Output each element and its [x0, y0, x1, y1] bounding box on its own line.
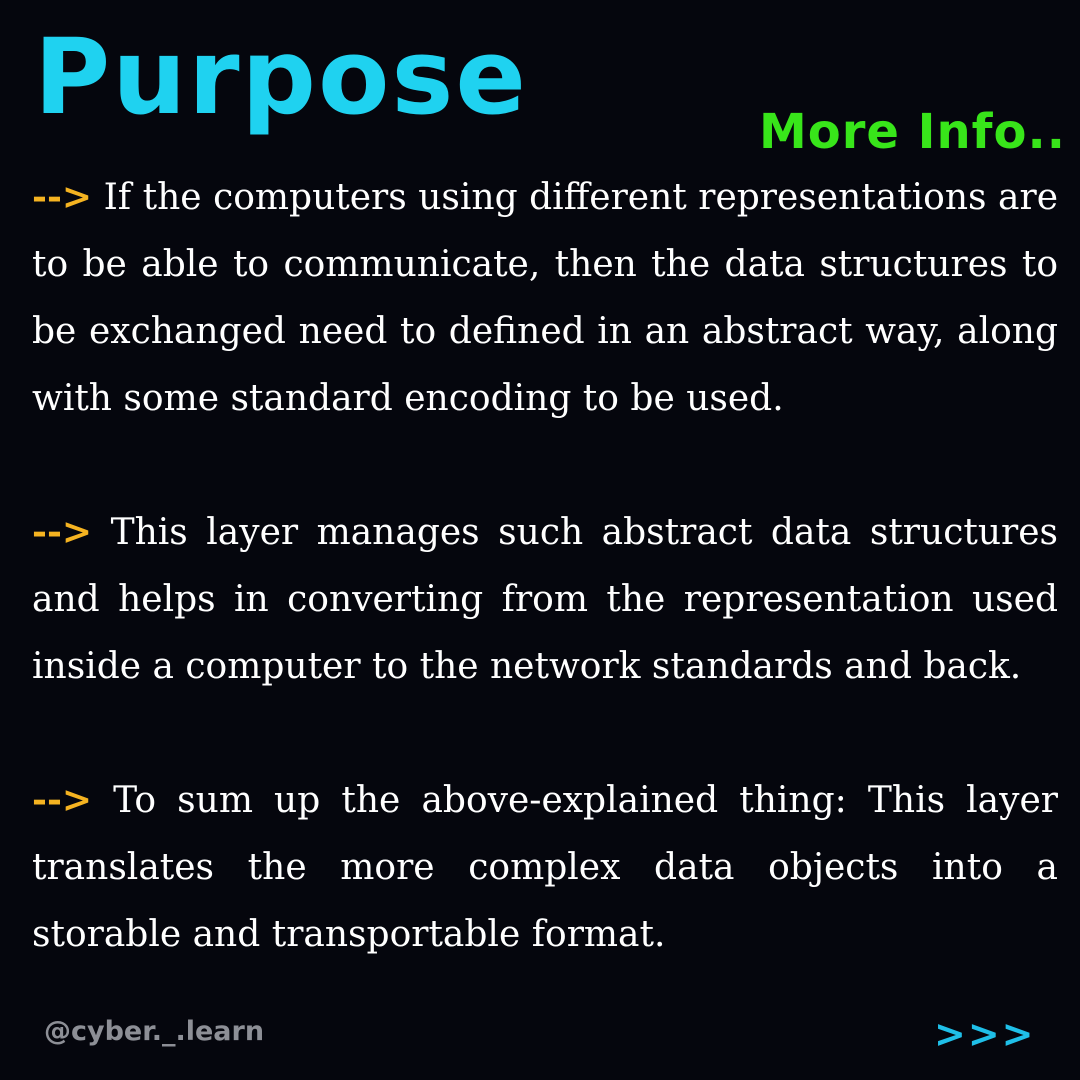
paragraph-3: --> To sum up the above-explained thing:… [32, 767, 1058, 968]
paragraph-text: If the computers using different represe… [32, 177, 1058, 419]
arrow-icon: --> [32, 176, 93, 218]
paragraph-2: --> This layer manages such abstract dat… [32, 499, 1058, 700]
paragraph-text: To sum up the above-explained thing: Thi… [32, 780, 1058, 955]
author-handle: @cyber._.learn [44, 1016, 265, 1047]
paragraph-1: --> If the computers using different rep… [32, 164, 1058, 432]
body-content: --> If the computers using different rep… [32, 164, 1058, 968]
next-slide-indicator[interactable]: >>> [934, 1012, 1036, 1056]
paragraph-text: This layer manages such abstract data st… [32, 512, 1058, 687]
page-title: Purpose [34, 16, 528, 138]
more-info-label: More Info.. [758, 104, 1066, 160]
slide-page: Purpose More Info.. --> If the computers… [0, 0, 1080, 1080]
arrow-icon: --> [32, 779, 93, 821]
arrow-icon: --> [32, 511, 93, 553]
